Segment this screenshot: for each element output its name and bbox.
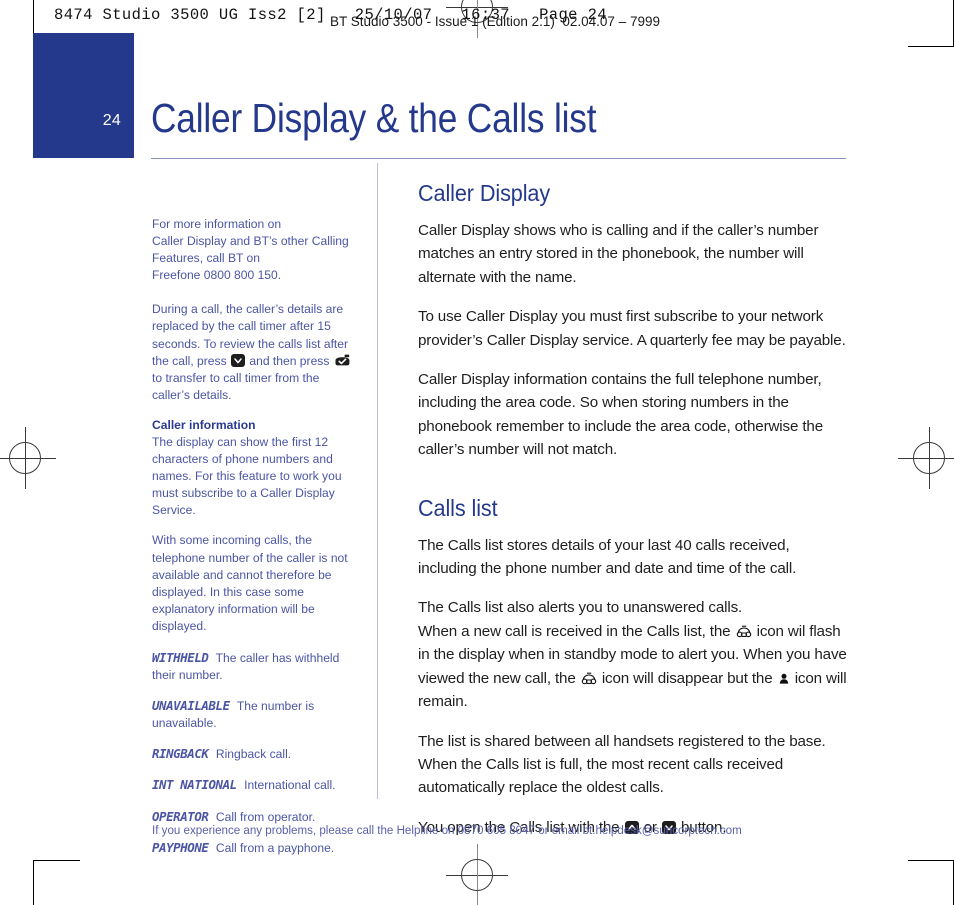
lcd-term-description: Ringback call. — [215, 747, 292, 762]
down-key-icon — [231, 353, 245, 367]
section-heading-calls-list: Calls list — [418, 494, 498, 521]
calls-list-alert-line: The Calls list also alerts you to unansw… — [418, 599, 743, 617]
calls-list-text-b: When a new call is received in the Calls… — [418, 622, 731, 640]
registration-mark-right — [898, 427, 954, 489]
calls-list-paragraph-2: The Calls list also alerts you to unansw… — [418, 596, 850, 713]
manual-page: 8474 Studio 3500 UG Iss2 [2] 25/10/07 16… — [0, 0, 954, 905]
lcd-term-row: RINGBACK Ringback call. — [152, 745, 357, 763]
transfer-handset-icon — [334, 354, 351, 367]
lcd-term-row: UNAVAILABLE The number is unavailable. — [152, 697, 357, 732]
lcd-term-row: PAYPHONE Call from a payphone. — [152, 839, 357, 857]
lcd-term-description: Call from operator. — [215, 809, 316, 824]
sidebar-notes: For more information on Caller Display a… — [152, 216, 357, 870]
crop-mark-bottom-left — [33, 860, 80, 905]
sidebar-intro-note: For more information on Caller Display a… — [152, 216, 357, 284]
calls-list-paragraph-1: The Calls list stores details of your la… — [418, 536, 797, 578]
page-number: 24 — [102, 112, 121, 129]
page-footer-helpline: If you experience any problems, please c… — [152, 823, 742, 837]
telephone-icon — [736, 622, 752, 638]
section-heading-caller-display: Caller Display — [418, 180, 551, 206]
during-call-text-3: to transfer to call timer from the calle… — [152, 370, 320, 402]
page-title: Caller Display & the Calls list — [151, 95, 597, 141]
lcd-term-description: International call. — [244, 778, 336, 793]
lcd-term-row: WITHHELD The caller has withheld their n… — [152, 649, 357, 684]
lcd-term-description: Call from a payphone. — [215, 840, 335, 855]
calls-list-paragraph-3: The list is shared between all handsets … — [418, 732, 826, 797]
caller-display-paragraph-3: Caller Display information contains the … — [418, 371, 823, 459]
crop-mark-bottom-right — [908, 860, 954, 905]
lcd-term-label: PAYPHONE — [152, 839, 209, 855]
main-content-column: Caller Display Caller Display shows who … — [418, 180, 850, 855]
sidebar-caller-information-paragraph-2: With some incoming calls, the telephone … — [152, 533, 348, 633]
during-call-text-2: and then press — [249, 353, 330, 368]
lcd-term-row: INT NATIONAL International call. — [152, 776, 357, 794]
lcd-term-label: WITHHELD — [152, 649, 209, 665]
page-number-tab: 24 — [33, 33, 134, 158]
sidebar-during-call-note: During a call, the caller’s details are … — [152, 301, 357, 404]
printer-slug-line-2: BT Studio 3500 - Issue 1 (Edition 2.1) 0… — [330, 14, 660, 29]
lcd-term-label: OPERATOR — [152, 808, 209, 824]
lcd-term-label: UNAVAILABLE — [152, 698, 230, 714]
column-divider-rule — [377, 163, 378, 799]
sidebar-intro-line-3: Features, call BT on — [152, 251, 260, 266]
lcd-term-label: INT NATIONAL — [152, 777, 237, 793]
sidebar-intro-line-1: For more information on — [152, 217, 282, 231]
caller-display-paragraph-2: To use Caller Display you must first sub… — [418, 308, 846, 349]
title-divider-rule — [151, 158, 846, 159]
crop-mark-top-right — [908, 0, 954, 47]
sidebar-intro-line-4: Freefone 0800 800 150. — [152, 268, 282, 283]
lcd-term-label: RINGBACK — [152, 746, 209, 762]
telephone-icon — [581, 669, 597, 684]
calls-list-text-d: icon will disappear but the — [601, 669, 773, 687]
sidebar-caller-information-paragraph-1: The display can show the first 12 charac… — [152, 434, 342, 518]
caller-display-paragraph-1: Caller Display shows who is calling and … — [418, 222, 819, 286]
sidebar-caller-information-heading: Caller information — [152, 417, 256, 432]
person-icon — [779, 669, 789, 684]
registration-mark-left — [0, 427, 56, 489]
sidebar-intro-line-2: Caller Display and BT’s other Calling — [152, 234, 349, 249]
